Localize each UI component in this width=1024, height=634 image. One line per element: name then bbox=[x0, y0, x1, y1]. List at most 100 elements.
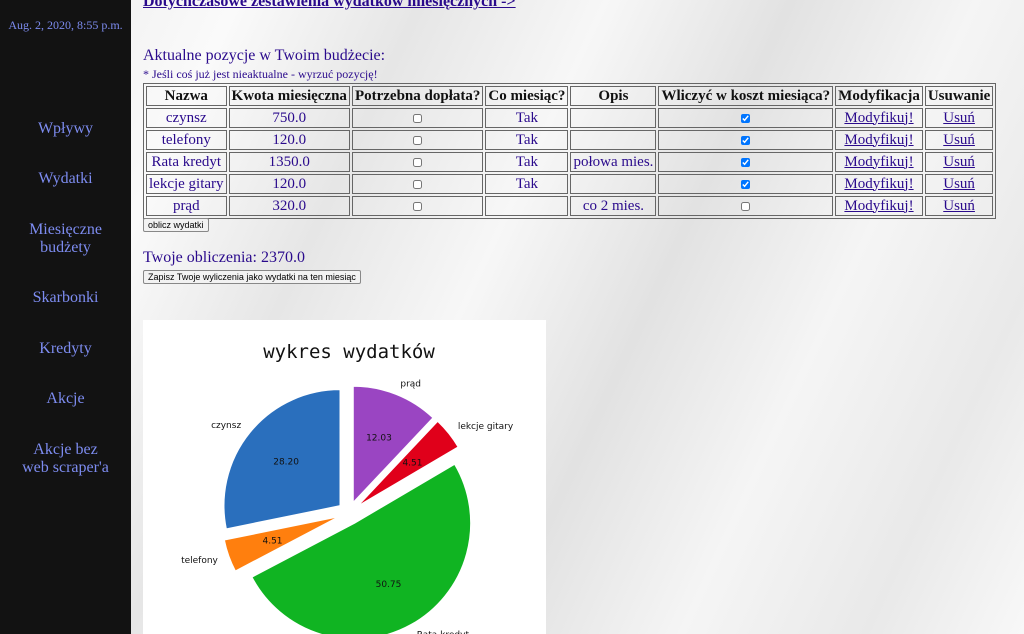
table-row: czynsz 750.0 Tak Modyfikuj! Usuń bbox=[146, 108, 994, 128]
include-checkbox[interactable] bbox=[741, 157, 751, 167]
cell-delete: Usuń bbox=[924, 130, 994, 150]
nav-label: Skarbonki bbox=[32, 289, 99, 306]
surcharge-checkbox[interactable] bbox=[413, 135, 423, 145]
nav-label: Akcje bbox=[46, 390, 85, 407]
modify-link[interactable]: Modyfikuj! bbox=[844, 132, 913, 148]
cell-delete: Usuń bbox=[924, 196, 994, 216]
surcharge-checkbox[interactable] bbox=[413, 113, 423, 123]
slice-value-label: 12.03 bbox=[366, 434, 392, 444]
cell-name: prąd bbox=[146, 196, 227, 216]
cell-modify: Modyfikuj! bbox=[835, 196, 923, 216]
budget-table: Nazwa Kwota miesięczna Potrzebna dopłata… bbox=[143, 83, 997, 219]
cell-modify: Modyfikuj! bbox=[835, 174, 923, 194]
cell-desc bbox=[570, 174, 657, 194]
surcharge-checkbox[interactable] bbox=[413, 201, 423, 211]
calc-label: Twoje obliczenia: bbox=[143, 249, 257, 266]
nav-akcje-bez-scrapera[interactable]: Akcje bez web scraper'a bbox=[0, 441, 131, 477]
slice-value-label: 4.51 bbox=[262, 536, 282, 546]
nav-kredyty[interactable]: Kredyty bbox=[0, 340, 131, 358]
nav-label: budżety bbox=[40, 239, 91, 256]
modify-link[interactable]: Modyfikuj! bbox=[844, 110, 913, 126]
cell-delete: Usuń bbox=[924, 108, 994, 128]
nav-skarbonki[interactable]: Skarbonki bbox=[0, 289, 131, 307]
cell-monthly: Tak bbox=[485, 108, 569, 128]
col-delete-header: Usuwanie bbox=[924, 86, 994, 106]
nav-wydatki[interactable]: Wydatki bbox=[0, 170, 131, 188]
cell-surcharge bbox=[351, 152, 484, 172]
cell-surcharge bbox=[351, 174, 484, 194]
delete-link[interactable]: Usuń bbox=[943, 132, 975, 148]
table-row: telefony 120.0 Tak Modyfikuj! Usuń bbox=[146, 130, 994, 150]
cell-desc: co 2 mies. bbox=[570, 196, 657, 216]
cell-include bbox=[658, 196, 834, 216]
slice-category-label: czynsz bbox=[211, 421, 241, 431]
table-row: lekcje gitary 120.0 Tak Modyfikuj! Usuń bbox=[146, 174, 994, 194]
save-button[interactable]: Zapisz Twoje wyliczenia jako wydatki na … bbox=[143, 270, 361, 284]
include-checkbox[interactable] bbox=[741, 179, 751, 189]
cell-monthly: Tak bbox=[485, 174, 569, 194]
slice-value-label: 4.51 bbox=[402, 458, 422, 468]
cell-amount: 120.0 bbox=[228, 174, 350, 194]
slice-category-label: lekcje gitary bbox=[458, 422, 514, 432]
calc-result: Twoje obliczenia: 2370.0 bbox=[143, 249, 305, 267]
modify-link[interactable]: Modyfikuj! bbox=[844, 176, 913, 192]
nav-label: Akcje bez bbox=[33, 441, 98, 458]
table-row: Rata kredyt 1350.0 Tak połowa mies. Modyfiku… bbox=[146, 152, 994, 172]
cell-amount: 1350.0 bbox=[228, 152, 350, 172]
nav-wplywy[interactable]: Wpływy bbox=[0, 120, 131, 138]
cell-desc: połowa mies. bbox=[570, 152, 657, 172]
delete-link[interactable]: Usuń bbox=[943, 110, 975, 126]
slice-category-label: prąd bbox=[400, 380, 421, 390]
expense-pie-chart: wykres wydatków 28.20 czynsz 4.51 telefony 50… bbox=[143, 320, 546, 634]
col-name-header: Nazwa bbox=[146, 86, 227, 106]
modify-link[interactable]: Modyfikuj! bbox=[844, 154, 913, 170]
col-monthly-header: Co miesiąc? bbox=[485, 86, 569, 106]
cell-name: telefony bbox=[146, 130, 227, 150]
cell-modify: Modyfikuj! bbox=[835, 152, 923, 172]
cell-name: czynsz bbox=[146, 108, 227, 128]
slice-category-label: telefony bbox=[181, 556, 218, 566]
cell-include bbox=[658, 108, 834, 128]
pie-svg: wykres wydatków 28.20 czynsz 4.51 telefony 50… bbox=[181, 341, 514, 634]
delete-link[interactable]: Usuń bbox=[943, 176, 975, 192]
calculate-button[interactable]: oblicz wydatki bbox=[143, 218, 209, 232]
table-header-row: Nazwa Kwota miesięczna Potrzebna dopłata… bbox=[146, 86, 994, 106]
nav-label: Kredyty bbox=[39, 340, 92, 357]
cell-surcharge bbox=[351, 108, 484, 128]
include-checkbox[interactable] bbox=[741, 201, 751, 211]
cell-modify: Modyfikuj! bbox=[835, 130, 923, 150]
nav-label: Wpływy bbox=[37, 120, 94, 137]
cell-include bbox=[658, 174, 834, 194]
nav-label: Miesięczne bbox=[29, 221, 102, 238]
cell-amount: 120.0 bbox=[228, 130, 350, 150]
cell-monthly: Tak bbox=[485, 152, 569, 172]
datetime: Aug. 2, 2020, 8:55 p.m. bbox=[8, 18, 123, 32]
modify-link[interactable]: Modyfikuj! bbox=[844, 198, 913, 214]
slice-value-label: 28.20 bbox=[273, 458, 299, 468]
delete-link[interactable]: Usuń bbox=[943, 154, 975, 170]
slice-value-label: 50.75 bbox=[376, 580, 402, 590]
cell-monthly: Tak bbox=[485, 130, 569, 150]
section-title: Aktualne pozycje w Twoim budżecie: bbox=[143, 47, 386, 64]
include-checkbox[interactable] bbox=[741, 135, 751, 145]
col-amount-header: Kwota miesięczna bbox=[228, 86, 350, 106]
cell-delete: Usuń bbox=[924, 152, 994, 172]
surcharge-checkbox[interactable] bbox=[413, 179, 423, 189]
cell-surcharge bbox=[351, 130, 484, 150]
nav-akcje[interactable]: Akcje bbox=[0, 390, 131, 408]
cell-amount: 750.0 bbox=[228, 108, 350, 128]
note: * Jeśli coś już jest nieaktualne - wyrzu… bbox=[143, 67, 378, 81]
cell-modify: Modyfikuj! bbox=[835, 108, 923, 128]
include-checkbox[interactable] bbox=[741, 113, 751, 123]
nav-label: web scraper'a bbox=[22, 459, 109, 476]
nav-miesieczne-budzety[interactable]: Miesięczne budżety bbox=[0, 221, 131, 257]
cell-desc bbox=[570, 130, 657, 150]
table-row: prąd 320.0 co 2 mies. Modyfikuj! Usuń bbox=[146, 196, 994, 216]
surcharge-checkbox[interactable] bbox=[413, 157, 423, 167]
col-desc-header: Opis bbox=[570, 86, 657, 106]
delete-link[interactable]: Usuń bbox=[943, 198, 975, 214]
calc-value: 2370.0 bbox=[260, 249, 305, 266]
cell-delete: Usuń bbox=[924, 174, 994, 194]
col-modify-header: Modyfikacja bbox=[835, 86, 923, 106]
history-link[interactable]: Dotychczasowe zestawienia wydatków miesi… bbox=[143, 0, 516, 11]
